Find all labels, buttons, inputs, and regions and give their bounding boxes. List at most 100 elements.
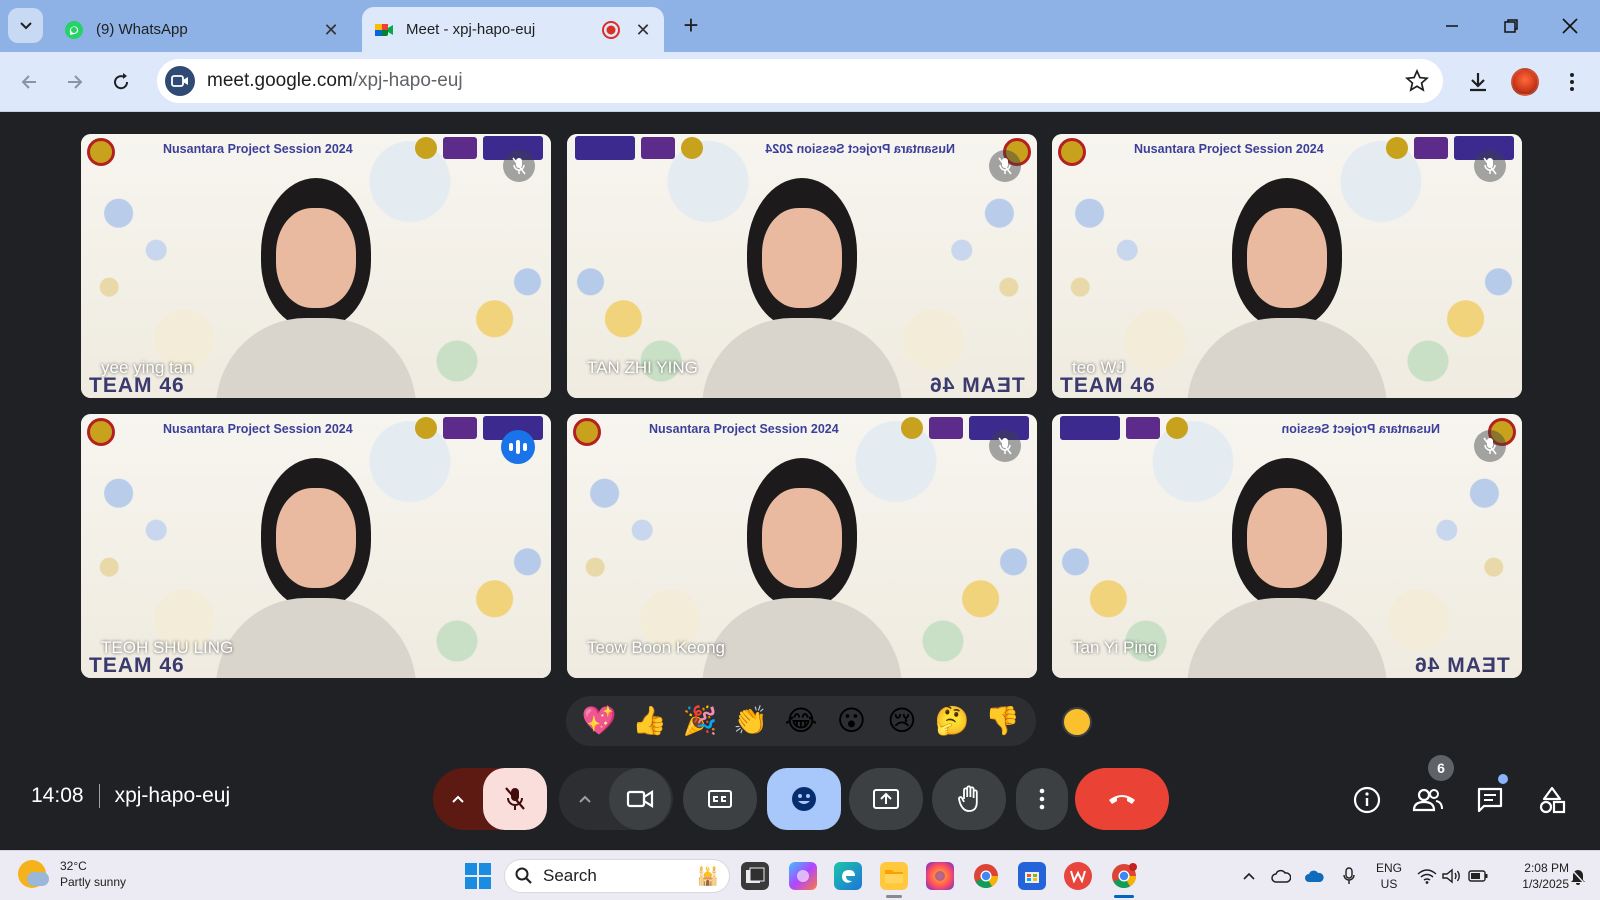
meeting-time: 14:08 [31, 784, 84, 807]
address-bar[interactable]: meet.google.com/xpj-hapo-euj [157, 59, 1443, 103]
activities-button[interactable] [1530, 778, 1574, 822]
muted-mic-icon [989, 150, 1021, 182]
taskbar-chrome-active[interactable] [1110, 862, 1138, 890]
people-button[interactable] [1406, 778, 1450, 822]
background-banner-text: Nusantara Project Session 2024 [649, 422, 839, 436]
onedrive-tray[interactable] [1270, 865, 1292, 887]
mic-toggle-button[interactable] [483, 768, 547, 830]
browser-menu-button[interactable] [1554, 64, 1590, 100]
tab-search-button[interactable] [8, 8, 43, 43]
people-icon [1412, 788, 1443, 812]
weather-widget[interactable]: 32°C Partly sunny [18, 858, 126, 890]
reaction-thumbs-down[interactable]: 👎 [978, 696, 1028, 746]
participant-tile[interactable]: Nusantara Project Session 2024 TEAM 46 TAN… [567, 134, 1037, 398]
reaction-heart[interactable]: 💖 [574, 696, 624, 746]
taskbar-wps[interactable] [1064, 862, 1092, 890]
info-icon [1353, 786, 1381, 814]
recording-icon [602, 20, 620, 39]
chat-icon [1477, 787, 1503, 813]
captions-button[interactable] [683, 768, 757, 830]
reaction-laugh[interactable]: 😂 [776, 696, 826, 746]
arrow-left-icon [21, 75, 36, 89]
forward-button[interactable] [57, 64, 93, 100]
weather-temp: 32°C [60, 859, 87, 873]
reaction-party[interactable]: 🎉 [675, 696, 725, 746]
bookmark-star-icon[interactable] [1405, 69, 1429, 93]
hand-icon [958, 785, 978, 812]
participant-tile[interactable]: Nusantara Project Session 2024 Teow Boon … [567, 414, 1037, 678]
close-tab-icon[interactable]: ✕ [322, 21, 340, 39]
folder-icon [885, 870, 903, 883]
reaction-surprised[interactable]: 😮 [826, 696, 876, 746]
start-button[interactable] [465, 863, 491, 889]
participant-video-silhouette [692, 168, 912, 398]
background-banner-text: Nusantara Project Session 2024 [765, 142, 955, 156]
video-camera-icon [626, 790, 654, 808]
muted-mic-icon [989, 430, 1021, 462]
reaction-clap[interactable]: 👏 [725, 696, 775, 746]
profile-button[interactable] [1507, 64, 1543, 100]
taskbar-task-view[interactable] [741, 862, 769, 890]
taskbar-store[interactable] [1018, 862, 1046, 890]
participant-tile[interactable]: Nusantara Project Session 2024 TEAM 46 teo… [1052, 134, 1522, 398]
browser-toolbar: meet.google.com/xpj-hapo-euj [0, 52, 1600, 112]
meeting-details-button[interactable] [1345, 778, 1389, 822]
present-screen-button[interactable] [849, 768, 923, 830]
minimize-button[interactable] [1432, 10, 1472, 42]
participant-name: Tan Yi Ping [1072, 638, 1158, 657]
battery-icon [1468, 870, 1488, 882]
taskbar-copilot[interactable] [789, 862, 817, 890]
downloads-button[interactable] [1460, 64, 1496, 100]
taskbar-clock[interactable]: 2:08 PM 1/3/2025 [1503, 860, 1569, 892]
participant-tile[interactable]: Nusantara Project Session 2024 TEAM 46 yee… [81, 134, 551, 398]
new-tab-button[interactable]: + [677, 12, 705, 40]
battery-tray[interactable] [1467, 865, 1489, 887]
emblem-logo [1058, 138, 1086, 166]
participant-tile[interactable]: Nusantara Project Session 2024 TEAM 46 TEO… [81, 414, 551, 678]
chat-button[interactable] [1468, 778, 1512, 822]
onedrive-blue-tray[interactable] [1303, 865, 1325, 887]
microphone-tray[interactable] [1338, 865, 1360, 887]
leave-call-button[interactable] [1075, 768, 1169, 830]
cloud-icon [1305, 870, 1324, 882]
taskbar-search[interactable]: Search 🕌 [504, 859, 730, 893]
reaction-sad[interactable]: 😢 [877, 696, 927, 746]
site-info-icon[interactable] [165, 66, 195, 96]
restore-button[interactable] [1491, 10, 1531, 42]
tab-whatsapp[interactable]: (9) WhatsApp ✕ [52, 7, 352, 52]
show-hidden-icons-button[interactable] [1238, 865, 1260, 887]
notifications-tray[interactable] [1567, 865, 1589, 887]
taskbar-edge[interactable] [834, 862, 862, 890]
whatsapp-icon [65, 20, 83, 39]
participant-name: teo WJ [1072, 358, 1125, 377]
volume-tray[interactable] [1441, 865, 1463, 887]
reactions-button[interactable] [767, 768, 841, 830]
search-icon [515, 867, 532, 884]
input-language[interactable]: ENG US [1376, 860, 1402, 892]
chevron-up-icon [1243, 872, 1255, 880]
taskbar-chrome[interactable] [972, 862, 1000, 890]
camera-toggle-button[interactable] [609, 768, 671, 830]
arrow-right-icon [68, 75, 83, 89]
video-settings-button[interactable] [561, 768, 609, 830]
wifi-tray[interactable] [1416, 865, 1438, 887]
close-tab-icon[interactable]: ✕ [634, 21, 652, 39]
chevron-down-icon [19, 21, 32, 29]
call-end-icon [1109, 795, 1135, 804]
meet-stage: Nusantara Project Session 2024 TEAM 46 yee… [0, 112, 1600, 850]
firefox-icon [935, 871, 945, 881]
raise-hand-button[interactable] [932, 768, 1006, 830]
back-button[interactable] [11, 64, 47, 100]
taskbar-file-explorer[interactable] [880, 862, 908, 890]
reload-button[interactable] [103, 64, 139, 100]
participant-tile[interactable]: Nusantara Project Session TEAM 46 Tan Yi P… [1052, 414, 1522, 678]
close-window-button[interactable] [1550, 10, 1590, 42]
more-options-button[interactable] [1016, 768, 1068, 830]
reaction-thinking[interactable]: 🤔 [927, 696, 977, 746]
background-banner-text: Nusantara Project Session 2024 [163, 422, 353, 436]
skin-tone-picker[interactable] [1062, 707, 1092, 737]
taskbar-firefox[interactable] [926, 862, 954, 890]
audio-settings-button[interactable] [433, 768, 483, 830]
tab-meet[interactable]: Meet - xpj-hapo-euj ✕ [362, 7, 664, 52]
reaction-thumbs-up[interactable]: 👍 [624, 696, 674, 746]
